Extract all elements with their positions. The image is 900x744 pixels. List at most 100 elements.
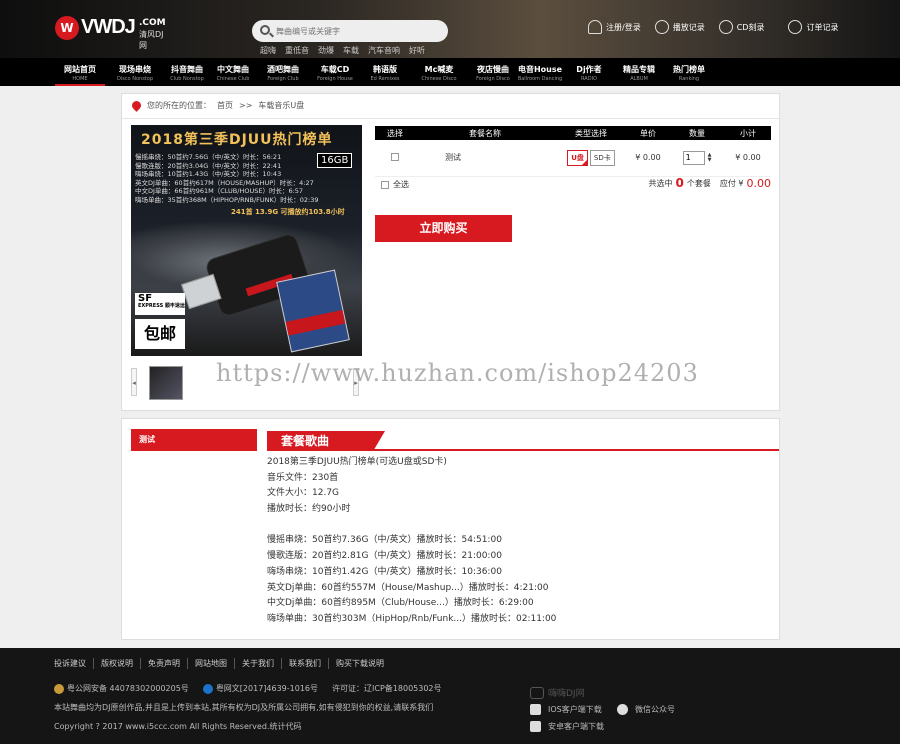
footer-link[interactable]: 投诉建议 bbox=[54, 658, 93, 669]
hotword-link[interactable]: 重低音 bbox=[285, 45, 309, 56]
nav-item-dj-author[interactable]: Dj作者 RADIO bbox=[568, 58, 610, 86]
hotword-link[interactable]: 车载 bbox=[343, 45, 359, 56]
thumb-prev-button[interactable]: ◂ bbox=[131, 368, 137, 396]
hotword-link[interactable]: 超嗨 bbox=[260, 45, 276, 56]
location-pin-icon bbox=[130, 99, 143, 112]
footer-link[interactable]: 购买下载说明 bbox=[328, 658, 391, 669]
selected-count: 0 bbox=[675, 176, 684, 190]
sf-express-logo: SF EXPRESS 顺丰速运 bbox=[135, 293, 185, 315]
table-header-row: 选择 套餐名称 类型选择 单价 数量 小计 bbox=[375, 126, 771, 140]
play-history-link[interactable]: 播放记录 bbox=[654, 20, 705, 34]
ios-download-link[interactable]: IOS客户端下载 bbox=[530, 704, 602, 715]
hotword-link[interactable]: 好听 bbox=[409, 45, 425, 56]
total-prefix: 共选中 bbox=[648, 178, 673, 188]
breadcrumb-divider bbox=[122, 118, 782, 119]
nav-item-mc[interactable]: Mc喊麦 Chinese Disco bbox=[414, 58, 464, 86]
breadcrumb-home[interactable]: 首页 bbox=[217, 100, 233, 111]
icp-license-1[interactable]: 粤公网安备 44078302000205号 bbox=[67, 683, 189, 694]
desc-line: 播放时长：约90小时 bbox=[267, 504, 351, 515]
unit-price: ¥ 0.00 bbox=[627, 140, 669, 177]
quantity-input[interactable] bbox=[682, 150, 705, 165]
icp-license-3[interactable]: 许可证：辽ICP备18005302号 bbox=[332, 683, 442, 694]
col-qty: 数量 bbox=[669, 126, 725, 140]
quantity-arrows-icon[interactable]: ▲ ▼ bbox=[708, 152, 712, 163]
row-subtotal: ¥ 0.00 bbox=[725, 140, 771, 177]
package-description: 2018第三季DJUU热门榜单(可选U盘或SD卡) 音乐文件：230首 文件大小… bbox=[267, 455, 556, 628]
section-header: 套餐歌曲 bbox=[267, 431, 779, 451]
search-icon[interactable] bbox=[260, 25, 270, 35]
cd-burn-label: CD刻录 bbox=[736, 22, 765, 32]
login-register-link[interactable]: 注册/登录 bbox=[588, 20, 641, 34]
select-all-checkbox[interactable] bbox=[381, 180, 389, 189]
logo-main: VWDJ bbox=[81, 16, 136, 38]
side-tab-test[interactable]: 测试 bbox=[131, 429, 257, 451]
login-register-label: 注册/登录 bbox=[606, 22, 641, 32]
wechat-label: 微信公众号 bbox=[635, 705, 675, 714]
cd-burn-link[interactable]: CD刻录 bbox=[718, 20, 765, 34]
nav-item-album[interactable]: 精品专辑 ALBUM bbox=[616, 58, 662, 86]
footer-link[interactable]: 免责声明 bbox=[140, 658, 187, 669]
nav-item-house[interactable]: 电音House Ballroom Dancing bbox=[514, 58, 566, 86]
logo-badge-icon: W bbox=[55, 16, 79, 40]
ios-download-label: IOS客户端下载 bbox=[548, 705, 602, 714]
site-footer: 投诉建议 版权说明 免责声明 网站地图 关于我们 联系我们 购买下载说明 粤公网… bbox=[0, 648, 900, 744]
footer-copyright: Copyright ? 2017 www.i5ccc.com All Right… bbox=[54, 722, 302, 731]
desc-line: 慢摇串烧：50首约7.36G（中/英文）播放时长：54:51:00 bbox=[267, 535, 502, 546]
capacity-badge: 16GB bbox=[317, 153, 353, 168]
nav-item-home[interactable]: 网站首页 HOME bbox=[55, 58, 105, 86]
footer-brand-label: 嗨嗨DJ网 bbox=[548, 689, 585, 699]
quantity-stepper[interactable]: ▲▼ bbox=[682, 150, 712, 165]
footer-licenses: 粤公网安备 44078302000205号 粤网文[2017]4639-1016… bbox=[54, 683, 442, 694]
police-badge-icon bbox=[54, 683, 64, 694]
nav-item-slow[interactable]: 夜店慢曲 Foreign Disco bbox=[468, 58, 518, 86]
main-nav: 网站首页 HOME 现场串烧 Disco Nonstop 抖音舞曲 Club Nons… bbox=[0, 58, 900, 86]
type-usb-button[interactable]: U盘 bbox=[567, 149, 588, 166]
order-history-link[interactable]: 订单记录 bbox=[788, 20, 838, 34]
type-sd-button[interactable]: SD卡 bbox=[589, 149, 615, 166]
total-suffix: 个套餐 bbox=[686, 178, 711, 188]
desc-line: 文件大小：12.7G bbox=[267, 488, 340, 499]
free-shipping-badge: 包邮 bbox=[135, 319, 185, 349]
footer-link[interactable]: 联系我们 bbox=[281, 658, 328, 669]
row-checkbox[interactable] bbox=[391, 152, 399, 161]
nav-item-disco[interactable]: 现场串烧 Disco Nonstop bbox=[110, 58, 160, 86]
hotword-link[interactable]: 劲爆 bbox=[318, 45, 334, 56]
brand-logo-icon bbox=[530, 686, 544, 699]
culture-badge-icon bbox=[202, 683, 213, 694]
breadcrumb-current[interactable]: 车载音乐U盘 bbox=[258, 100, 304, 111]
buy-now-button[interactable]: 立即购买 bbox=[375, 215, 512, 242]
package-table: 选择 套餐名称 类型选择 单价 数量 小计 测试 U盘SD卡 ¥ 0.00 ▲▼… bbox=[375, 126, 771, 177]
col-subtotal: 小计 bbox=[725, 126, 771, 140]
clock-icon bbox=[654, 20, 669, 34]
desc-line: 英文Dj单曲：60首约557M（House/Mashup...）播放时长：4:2… bbox=[267, 582, 549, 593]
android-download-link[interactable]: 安卓客户端下载 bbox=[530, 721, 604, 732]
desc-line: 慢歌连版：20首约2.81G（中/英文）播放时长：21:00:00 bbox=[267, 551, 502, 562]
col-name: 套餐名称 bbox=[415, 126, 555, 140]
icp-license-2[interactable]: 粤网文[2017]4639-1016号 bbox=[216, 683, 318, 694]
site-logo[interactable]: W VWDJ .COM 清风DJ网 bbox=[55, 14, 166, 50]
footer-link[interactable]: 网站地图 bbox=[187, 658, 234, 669]
android-icon bbox=[530, 721, 541, 732]
footer-link[interactable]: 关于我们 bbox=[234, 658, 281, 669]
site-header: W VWDJ .COM 清风DJ网 超嗨 重低音 劲爆 车载 汽车音响 好听 注… bbox=[0, 0, 900, 58]
nav-item-korean[interactable]: 韩语版 Ed Remixes bbox=[362, 58, 408, 86]
wechat-link[interactable]: 微信公众号 bbox=[617, 704, 675, 715]
nav-item-car-cd[interactable]: 车载CD Foreign House bbox=[312, 58, 358, 86]
image-total: 241首 13.9G 可播放约103.8小时 bbox=[231, 208, 345, 216]
select-all[interactable]: 全选 bbox=[381, 179, 409, 190]
nav-item-douyin[interactable]: 抖音舞曲 Club Nonstop bbox=[162, 58, 212, 86]
footer-link[interactable]: 版权说明 bbox=[93, 658, 140, 669]
nav-item-ranking[interactable]: 热门榜单 Ranking bbox=[666, 58, 712, 86]
footer-notice: 本站舞曲均为DJ原创作品,并且是上传到本站,其所有权为DJ及所属公司拥有,如有侵… bbox=[54, 703, 434, 712]
thumbnail[interactable] bbox=[149, 366, 183, 400]
cart-footer: 全选 共选中 0 个套餐 应付 ¥ 0.00 bbox=[375, 176, 771, 192]
nav-item-bar[interactable]: 酒吧舞曲 Foreign Club bbox=[260, 58, 306, 86]
breadcrumb-prefix: 您的所在的位置： bbox=[147, 101, 211, 110]
hotword-link[interactable]: 汽车音响 bbox=[368, 45, 400, 56]
product-image[interactable]: 2018第三季DJUU热门榜单 慢摇串烧：50首约7.56G（中/英文）时长：5… bbox=[131, 125, 362, 356]
select-all-label: 全选 bbox=[393, 180, 409, 189]
search-input[interactable] bbox=[276, 23, 436, 39]
footer-links: 投诉建议 版权说明 免责声明 网站地图 关于我们 联系我们 购买下载说明 bbox=[54, 658, 391, 669]
search-box bbox=[252, 20, 448, 42]
nav-item-chinese[interactable]: 中文舞曲 Chinese Club bbox=[210, 58, 256, 86]
